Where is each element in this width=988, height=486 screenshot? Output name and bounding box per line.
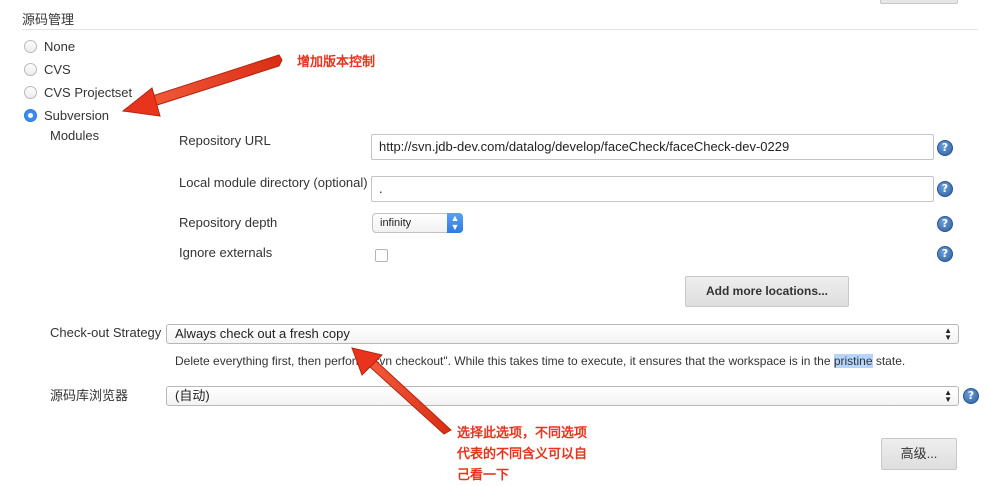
annotation-top-text: 增加版本控制	[297, 55, 376, 70]
annotation-bottom-line-2: 代表的不同含义可以自	[457, 447, 588, 462]
annotation-bottom-line-3: 己看一下	[457, 468, 510, 483]
annotation-arrow-bottom	[351, 347, 452, 435]
annotation-bottom-text: 选择此选项，不同选项 代表的不同含义可以自 己看一下	[457, 423, 587, 486]
annotation-arrow-top	[121, 54, 283, 117]
annotation-arrows	[121, 54, 452, 435]
annotation-bottom-line-1: 选择此选项，不同选项	[457, 426, 588, 441]
